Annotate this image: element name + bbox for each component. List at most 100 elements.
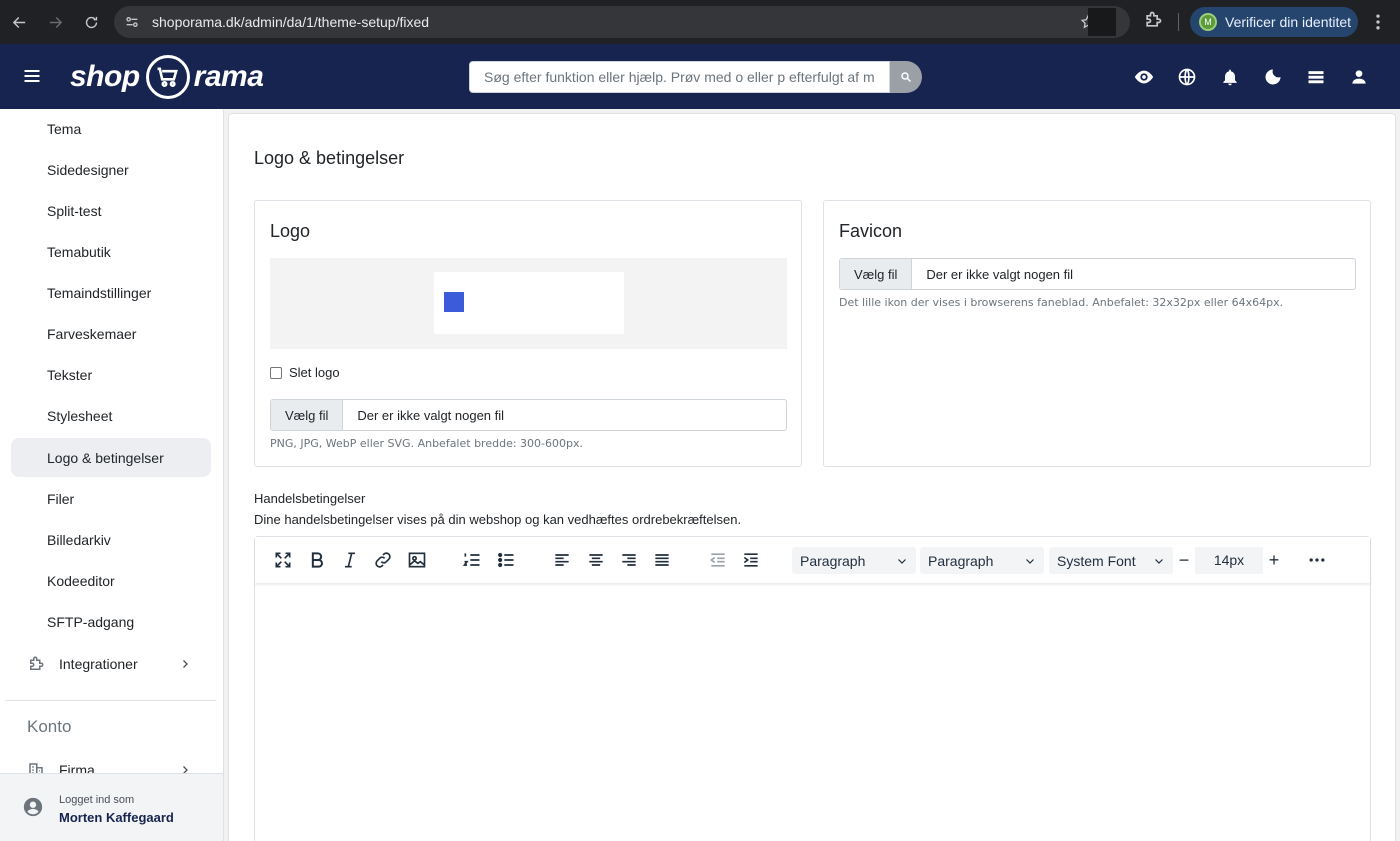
address-bar[interactable]: shoporama.dk/admin/da/1/theme-setup/fixe…: [114, 6, 1130, 38]
logo-preview-mark: [444, 292, 464, 312]
browser-menu-icon[interactable]: [1368, 12, 1388, 37]
editor-toolbar: Paragraph Paragraph System Font − 14px +: [255, 537, 1370, 583]
sidebar-item-tekster[interactable]: Tekster: [11, 355, 211, 394]
delete-logo-checkbox[interactable]: [270, 366, 282, 379]
font-family-value: System Font: [1057, 552, 1136, 569]
globe-icon[interactable]: [1175, 65, 1199, 89]
main-content: Logo & betingelser Logo Slet logo Vælg f…: [228, 113, 1396, 841]
sidebar-divider: [5, 700, 216, 701]
eye-icon[interactable]: [1132, 65, 1156, 89]
favicon-choose-file-button[interactable]: Vælg fil: [840, 259, 913, 289]
block-format-select[interactable]: Paragraph: [792, 547, 916, 574]
favicon-card: Favicon Vælg fil Der er ikke valgt nogen…: [823, 200, 1371, 467]
sidebar-item-sftp-adgang[interactable]: SFTP-adgang: [11, 602, 211, 641]
logo-text-left: shop: [70, 60, 140, 93]
numbered-list-icon[interactable]: [461, 549, 483, 571]
outdent-icon[interactable]: [707, 549, 729, 571]
increase-font-size-button[interactable]: +: [1263, 550, 1285, 571]
logo-file-input[interactable]: Vælg fil Der er ikke valgt nogen fil: [270, 399, 787, 431]
account-circle-icon: [22, 796, 44, 823]
shoporama-logo[interactable]: shop rama: [70, 54, 264, 100]
chevron-right-icon: [179, 658, 191, 670]
sidebar-item-logo-betingelser[interactable]: Logo & betingelser: [11, 438, 211, 477]
toolbar-separator: [1178, 13, 1179, 31]
url-text: shoporama.dk/admin/da/1/theme-setup/fixe…: [152, 14, 430, 30]
search-bar: [469, 61, 922, 93]
sidebar-item-farveskemaer[interactable]: Farveskemaer: [11, 314, 211, 353]
logo-choose-file-button[interactable]: Vælg fil: [271, 400, 344, 430]
delete-logo-label: Slet logo: [289, 365, 340, 380]
fullscreen-icon[interactable]: [272, 549, 294, 571]
font-size-value[interactable]: 14px: [1195, 547, 1263, 574]
moon-icon[interactable]: [1261, 65, 1285, 89]
bold-icon[interactable]: [306, 549, 328, 571]
search-input[interactable]: [469, 61, 890, 93]
sidebar-item-temaindstillinger[interactable]: Temaindstillinger: [11, 273, 211, 312]
terms-editor[interactable]: Paragraph Paragraph System Font − 14px +: [254, 536, 1371, 841]
logo-card-title: Logo: [270, 221, 311, 241]
layers-icon[interactable]: [1304, 65, 1328, 89]
site-info-icon[interactable]: [116, 14, 148, 30]
image-icon[interactable]: [406, 549, 428, 571]
sidebar-item-tema[interactable]: Tema: [11, 109, 211, 148]
align-center-icon[interactable]: [585, 549, 607, 571]
sidebar-item-filer[interactable]: Filer: [11, 479, 211, 518]
app-header: shop rama: [0, 44, 1400, 109]
favicon-file-status: Der er ikke valgt nogen fil: [926, 266, 1074, 282]
delete-logo-row[interactable]: Slet logo: [270, 365, 340, 380]
forward-icon[interactable]: [38, 5, 72, 39]
link-icon[interactable]: [372, 549, 394, 571]
sidebar-item-kodeeditor[interactable]: Kodeeditor: [11, 561, 211, 600]
sidebar-item-split-test[interactable]: Split-test: [11, 191, 211, 230]
block-format-select-2[interactable]: Paragraph: [920, 547, 1044, 574]
logo-preview-image: [434, 272, 624, 334]
block-format-value: Paragraph: [800, 552, 866, 569]
logged-in-label: Logget ind som: [59, 794, 135, 806]
reload-icon[interactable]: [74, 5, 108, 39]
bullet-list-icon[interactable]: [495, 549, 517, 571]
logged-in-user[interactable]: Logget ind som Morten Kaffegaard: [0, 773, 223, 841]
logo-text-right: rama: [193, 60, 264, 93]
logo-preview: [270, 258, 787, 349]
terms-label: Handelsbetingelser: [254, 491, 366, 506]
italic-icon[interactable]: [339, 549, 361, 571]
profile-avatar: M: [1199, 13, 1217, 31]
page-title: Logo & betingelser: [254, 148, 405, 168]
menu-icon[interactable]: [22, 66, 42, 91]
align-left-icon[interactable]: [551, 549, 573, 571]
header-actions: [1132, 65, 1390, 89]
sidebar-item-integrationer[interactable]: Integrationer: [11, 644, 211, 683]
browser-chrome: shoporama.dk/admin/da/1/theme-setup/fixe…: [0, 0, 1400, 44]
favicon-help-text: Det lille ikon der vises i browserens fa…: [839, 296, 1284, 309]
puzzle-icon: [27, 655, 45, 673]
sidebar-item-billedarkiv[interactable]: Billedarkiv: [11, 520, 211, 559]
more-options-icon[interactable]: [1306, 549, 1328, 571]
user-name: Morten Kaffegaard: [59, 810, 174, 825]
verify-identity-button[interactable]: M Verificer din identitet: [1190, 7, 1358, 37]
chevron-down-icon: [1026, 558, 1034, 564]
align-justify-icon[interactable]: [651, 549, 673, 571]
extension-slot: [1088, 8, 1116, 36]
sidebar-item-temabutik[interactable]: Temabutik: [11, 232, 211, 271]
cart-icon: [145, 55, 190, 99]
font-family-select[interactable]: System Font: [1049, 547, 1173, 574]
user-icon[interactable]: [1347, 65, 1371, 89]
bell-icon[interactable]: [1218, 65, 1242, 89]
logo-card: Logo Slet logo Vælg fil Der er ikke valg…: [254, 200, 802, 467]
extensions-icon[interactable]: [1143, 10, 1163, 35]
indent-icon[interactable]: [740, 549, 762, 571]
font-size-stepper: − 14px +: [1173, 547, 1285, 574]
chevron-down-icon: [898, 558, 906, 564]
decrease-font-size-button[interactable]: −: [1173, 550, 1195, 571]
sidebar-item-stylesheet[interactable]: Stylesheet: [11, 396, 211, 435]
favicon-card-title: Favicon: [839, 221, 903, 241]
terms-description: Dine handelsbetingelser vises på din web…: [254, 512, 742, 527]
sidebar-item-label: Integrationer: [59, 655, 138, 672]
logo-help-text: PNG, JPG, WebP eller SVG. Anbefalet bred…: [270, 437, 583, 450]
search-button[interactable]: [890, 61, 922, 93]
sidebar-section-konto: Konto: [27, 717, 72, 736]
align-right-icon[interactable]: [618, 549, 640, 571]
back-icon[interactable]: [2, 5, 36, 39]
sidebar-item-sidedesigner[interactable]: Sidedesigner: [11, 150, 211, 189]
favicon-file-input[interactable]: Vælg fil Der er ikke valgt nogen fil: [839, 258, 1356, 290]
